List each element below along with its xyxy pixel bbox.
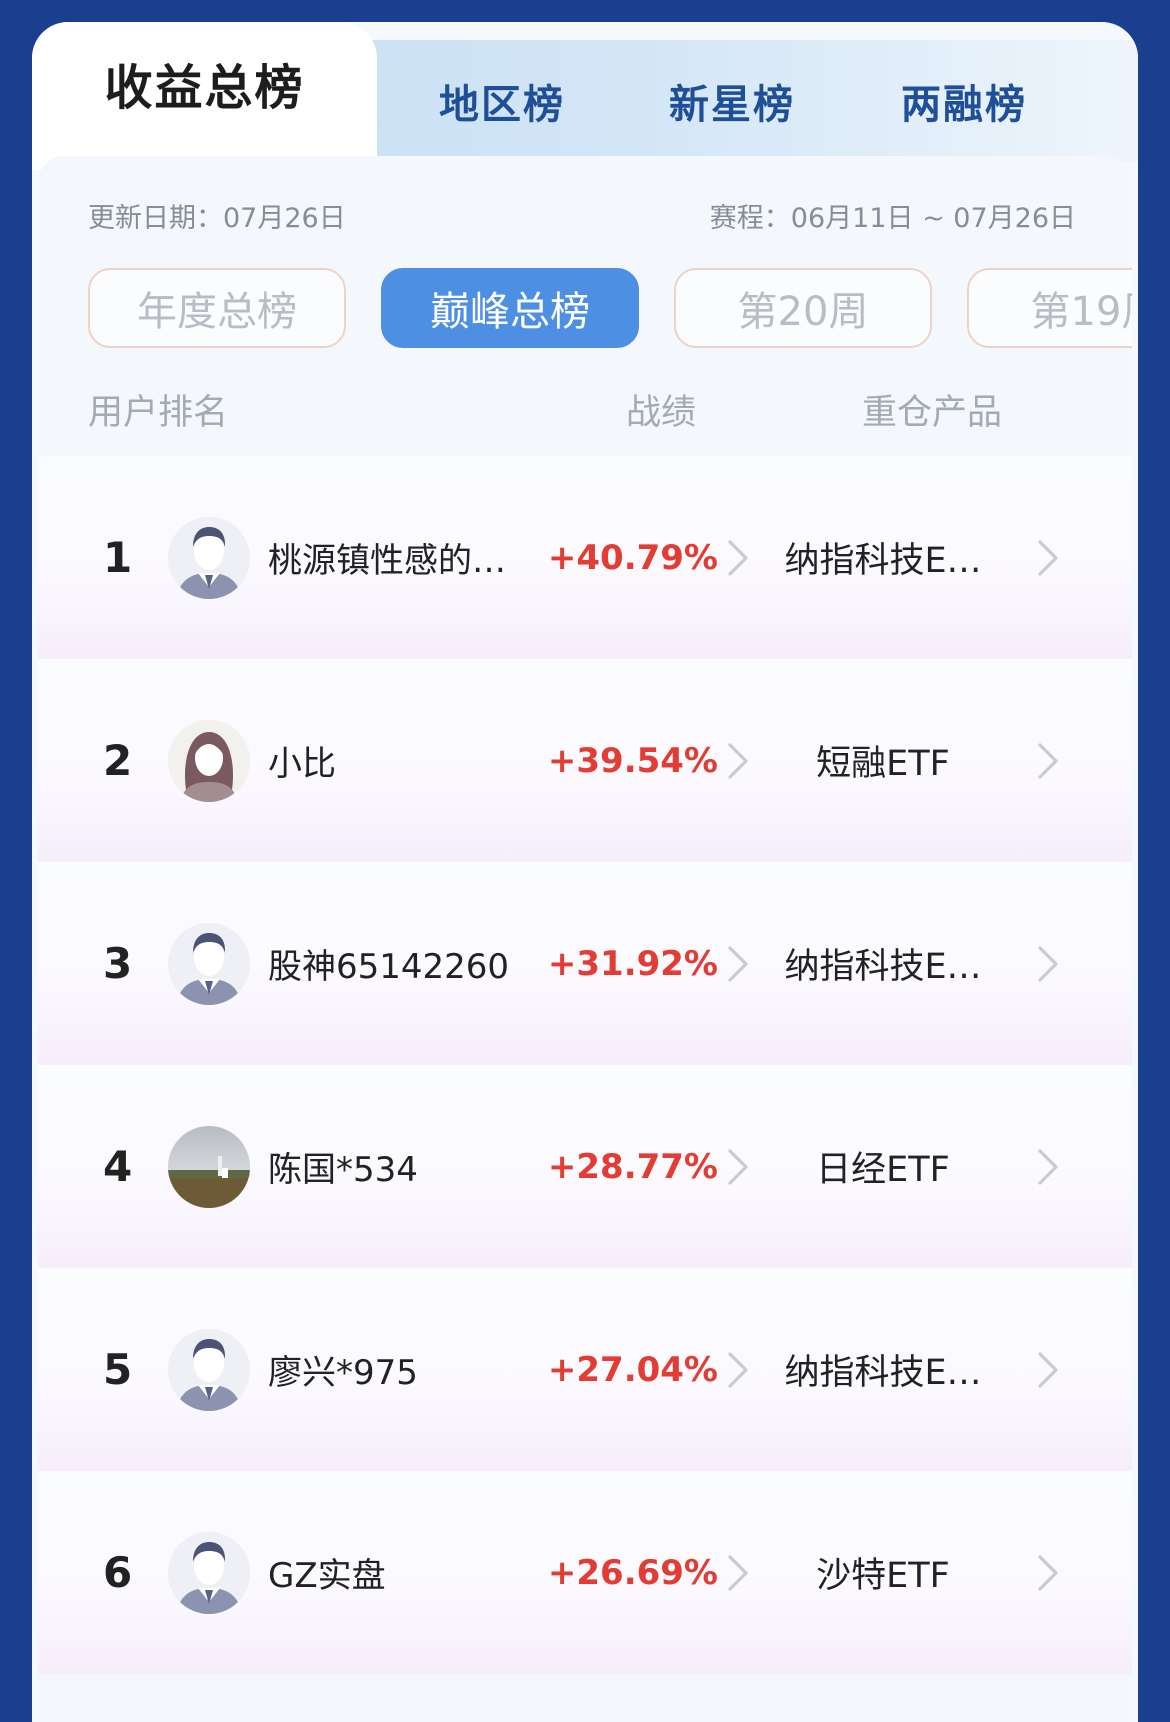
tab-margin[interactable]: 两融榜 bbox=[864, 40, 1064, 162]
ranking-list: 1 桃源镇性感的… +40.79% 纳指科技E… 2 小比 +39.54% 短融ETF 3 股神6… bbox=[38, 456, 1132, 1674]
user-name[interactable]: 小比 bbox=[268, 659, 336, 862]
chevron-right-icon[interactable] bbox=[724, 538, 752, 578]
chevron-right-icon[interactable] bbox=[1034, 1553, 1062, 1593]
tab-new-star-label: 新星榜 bbox=[669, 82, 795, 128]
pill-week-20[interactable]: 第20周 bbox=[674, 268, 932, 348]
leaderboard-card: 收益总榜 地区榜 新星榜 两融榜 更新日期：07月26日 赛程：06月11日 ~… bbox=[32, 22, 1138, 1722]
user-photo-avatar[interactable] bbox=[168, 1126, 250, 1208]
chevron-right-icon[interactable] bbox=[724, 944, 752, 984]
user-name[interactable]: 桃源镇性感的… bbox=[268, 456, 506, 659]
chevron-right-icon[interactable] bbox=[1034, 741, 1062, 781]
tab-total-returns[interactable]: 收益总榜 bbox=[32, 22, 377, 170]
male-avatar-icon[interactable] bbox=[168, 517, 250, 599]
column-performance: 战绩 bbox=[626, 393, 697, 433]
leaderboard-content: 更新日期：07月26日 赛程：06月11日 ~ 07月26日 年度总榜 巅峰总榜… bbox=[38, 156, 1132, 1722]
performance-value[interactable]: +39.54% bbox=[528, 659, 718, 862]
holding-product[interactable]: 纳指科技E… bbox=[768, 1268, 998, 1471]
chevron-right-icon[interactable] bbox=[1034, 944, 1062, 984]
ranking-row[interactable]: 5 廖兴*975 +27.04% 纳指科技E… bbox=[38, 1268, 1132, 1471]
tab-new-star[interactable]: 新星榜 bbox=[632, 40, 832, 162]
user-name[interactable]: GZ实盘 bbox=[268, 1471, 386, 1674]
chevron-right-icon[interactable] bbox=[1034, 1147, 1062, 1187]
tab-region[interactable]: 地区榜 bbox=[402, 40, 602, 162]
user-name[interactable]: 廖兴*975 bbox=[268, 1268, 418, 1471]
holding-product[interactable]: 纳指科技E… bbox=[768, 456, 998, 659]
performance-value[interactable]: +27.04% bbox=[528, 1268, 718, 1471]
male-avatar-icon[interactable] bbox=[168, 1532, 250, 1614]
period-filter: 年度总榜 巅峰总榜 第20周 第19周 bbox=[38, 268, 1132, 356]
pill-week-19[interactable]: 第19周 bbox=[967, 268, 1132, 348]
ranking-row[interactable]: 2 小比 +39.54% 短融ETF bbox=[38, 659, 1132, 862]
update-date: 更新日期：07月26日 bbox=[88, 203, 346, 234]
holding-product[interactable]: 日经ETF bbox=[768, 1065, 998, 1268]
tab-total-returns-label: 收益总榜 bbox=[104, 60, 305, 116]
rank-number: 3 bbox=[103, 939, 133, 988]
male-avatar-icon[interactable] bbox=[168, 1329, 250, 1411]
column-user-rank: 用户排名 bbox=[88, 393, 229, 433]
performance-value[interactable]: +28.77% bbox=[528, 1065, 718, 1268]
performance-value[interactable]: +40.79% bbox=[528, 456, 718, 659]
ranking-row[interactable]: 3 股神65142260 +31.92% 纳指科技E… bbox=[38, 862, 1132, 1065]
holding-product[interactable]: 纳指科技E… bbox=[768, 862, 998, 1065]
rank-number: 6 bbox=[103, 1548, 133, 1597]
performance-value[interactable]: +26.69% bbox=[528, 1471, 718, 1674]
ranking-row[interactable]: 6 GZ实盘 +26.69% 沙特ETF bbox=[38, 1471, 1132, 1674]
holding-product[interactable]: 短融ETF bbox=[768, 659, 998, 862]
tab-region-label: 地区榜 bbox=[439, 82, 565, 128]
pill-peak[interactable]: 巅峰总榜 bbox=[381, 268, 639, 348]
performance-value[interactable]: +31.92% bbox=[528, 862, 718, 1065]
ranking-row[interactable]: 4 陈国*534 +28.77% 日经ETF bbox=[38, 1065, 1132, 1268]
chevron-right-icon[interactable] bbox=[724, 1350, 752, 1390]
user-name[interactable]: 股神65142260 bbox=[268, 862, 509, 1065]
female-avatar-icon[interactable] bbox=[168, 720, 250, 802]
chevron-right-icon[interactable] bbox=[724, 1553, 752, 1593]
rank-number: 5 bbox=[103, 1345, 133, 1394]
user-name[interactable]: 陈国*534 bbox=[268, 1065, 418, 1268]
chevron-right-icon[interactable] bbox=[724, 1147, 752, 1187]
rank-number: 4 bbox=[103, 1142, 133, 1191]
tab-margin-label: 两融榜 bbox=[901, 82, 1027, 128]
chevron-right-icon[interactable] bbox=[1034, 1350, 1062, 1390]
ranking-row[interactable]: 1 桃源镇性感的… +40.79% 纳指科技E… bbox=[38, 456, 1132, 659]
schedule-range: 赛程：06月11日 ~ 07月26日 bbox=[709, 203, 1076, 234]
chevron-right-icon[interactable] bbox=[724, 741, 752, 781]
column-holding: 重仓产品 bbox=[862, 393, 1003, 433]
pill-annual[interactable]: 年度总榜 bbox=[88, 268, 346, 348]
rank-number: 2 bbox=[103, 736, 133, 785]
holding-product[interactable]: 沙特ETF bbox=[768, 1471, 998, 1674]
chevron-right-icon[interactable] bbox=[1034, 538, 1062, 578]
male-avatar-icon[interactable] bbox=[168, 923, 250, 1005]
rank-number: 1 bbox=[103, 533, 133, 582]
